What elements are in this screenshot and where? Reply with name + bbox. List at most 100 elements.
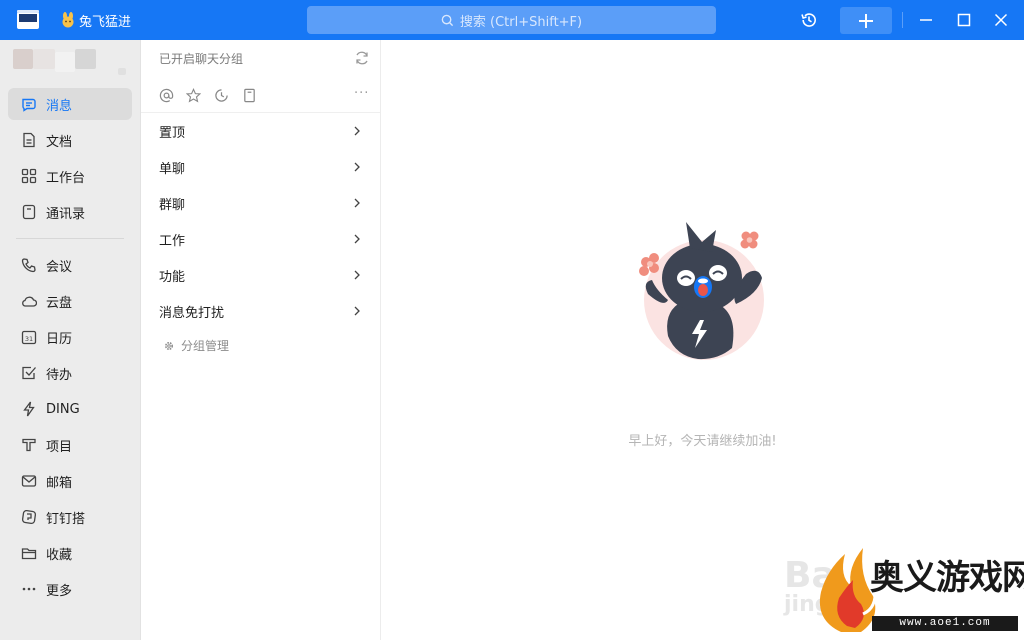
group-item-group-chat[interactable]: 群聊 — [141, 185, 380, 221]
sidebar-item-label: 收藏 — [46, 547, 73, 563]
lightning-icon — [21, 401, 37, 417]
more-icon — [21, 581, 37, 597]
search-input[interactable]: 搜索 (Ctrl+Shift+F) — [307, 6, 716, 34]
chat-content-area: 早上好，今天请继续加油! Ba jing 奥义游戏网 www.aoe1.com — [381, 40, 1024, 640]
sidebar: 消息 文档 工作台 通讯录 会议 云盘 31 日历 待办 DING 项目 邮箱 … — [0, 40, 141, 640]
group-label: 置顶 — [159, 125, 186, 141]
sidebar-item-label: 文档 — [46, 134, 73, 150]
at-filter[interactable] — [158, 87, 174, 103]
recent-filter[interactable] — [213, 87, 229, 103]
team-name: 兔飞猛进 — [79, 14, 132, 30]
phone-icon — [21, 257, 37, 273]
group-manage-button[interactable]: 分组管理 — [163, 337, 229, 354]
plus-icon — [859, 13, 873, 28]
groups-title: 已开启聊天分组 — [159, 52, 244, 66]
sidebar-item-label: 邮箱 — [46, 475, 73, 491]
group-manage-label: 分组管理 — [181, 339, 230, 353]
refresh-icon[interactable] — [354, 50, 370, 66]
sidebar-item-label: 更多 — [46, 583, 73, 599]
group-label: 群聊 — [159, 197, 186, 213]
chevron-right-icon — [354, 270, 360, 280]
chat-groups-panel: 已开启聊天分组 ··· 置顶 单聊 群聊 工作 功能 消息免打扰 分组管理 — [141, 40, 381, 640]
group-label: 消息免打扰 — [159, 305, 225, 321]
group-label: 工作 — [159, 233, 186, 249]
chevron-right-icon — [354, 198, 360, 208]
gear-icon — [164, 341, 174, 350]
app-logo-icon — [17, 10, 39, 29]
group-item-pinned[interactable]: 置顶 — [141, 113, 380, 149]
chevron-right-icon — [354, 306, 360, 316]
sidebar-item-dingda[interactable]: 钉钉搭 — [8, 501, 132, 533]
minimize-icon — [920, 19, 932, 21]
search-placeholder: 搜索 (Ctrl+Shift+F) — [459, 14, 583, 30]
group-label: 功能 — [159, 269, 186, 285]
sidebar-item-label: DING — [46, 401, 80, 417]
mail-icon — [21, 473, 37, 489]
at-icon — [159, 88, 173, 102]
sidebar-item-cloud[interactable]: 云盘 — [8, 285, 132, 317]
group-item-do-not-disturb[interactable]: 消息免打扰 — [141, 293, 380, 329]
svg-text:31: 31 — [25, 335, 33, 343]
group-label: 单聊 — [159, 161, 186, 177]
sidebar-item-calendar[interactable]: 31 日历 — [8, 321, 132, 353]
search-icon — [441, 14, 453, 26]
sidebar-item-label: 待办 — [46, 367, 73, 383]
contacts-icon — [21, 204, 37, 220]
sidebar-divider — [16, 238, 124, 239]
sidebar-item-label: 工作台 — [46, 170, 86, 186]
sidebar-item-label: 日历 — [46, 331, 73, 347]
more-icon[interactable]: ··· — [354, 86, 369, 101]
sidebar-item-favorites[interactable]: 收藏 — [8, 537, 132, 569]
sidebar-item-label: 消息 — [46, 98, 73, 114]
add-button[interactable] — [840, 7, 892, 34]
title-bar: 兔飞猛进 搜索 (Ctrl+Shift+F) — [0, 0, 1024, 40]
bookmark-icon — [243, 88, 255, 102]
sidebar-item-meeting[interactable]: 会议 — [8, 249, 132, 281]
sidebar-item-mail[interactable]: 邮箱 — [8, 465, 132, 497]
sidebar-item-docs[interactable]: 文档 — [8, 124, 132, 156]
clock-icon — [214, 88, 228, 102]
build-icon — [21, 509, 37, 525]
star-filter[interactable] — [185, 87, 201, 103]
sidebar-item-label: 会议 — [46, 259, 73, 275]
watermark-brand: 奥义游戏网 — [870, 558, 1024, 598]
calendar-icon: 31 — [21, 329, 37, 345]
chevron-right-icon — [354, 162, 360, 172]
chevron-right-icon — [354, 126, 360, 136]
bookmark-filter[interactable] — [241, 87, 257, 103]
star-icon — [185, 87, 201, 103]
sidebar-item-label: 通讯录 — [46, 206, 86, 222]
maximize-icon — [957, 13, 971, 27]
document-icon — [21, 132, 37, 148]
history-icon — [801, 13, 816, 27]
maximize-button[interactable] — [952, 8, 976, 32]
grid-icon — [21, 168, 37, 184]
flower-icon — [740, 231, 759, 249]
sidebar-item-project[interactable]: 项目 — [8, 429, 132, 461]
sidebar-item-todo[interactable]: 待办 — [8, 357, 132, 389]
sidebar-item-more[interactable]: 更多 — [8, 573, 132, 605]
sidebar-item-label: 项目 — [46, 439, 73, 455]
greeting-text: 早上好，今天请继续加油! — [628, 434, 777, 449]
flower-icon — [639, 253, 659, 276]
sidebar-item-label: 云盘 — [46, 295, 73, 311]
group-item-work[interactable]: 工作 — [141, 221, 380, 257]
folder-icon — [21, 545, 37, 561]
sidebar-item-ding[interactable]: DING — [8, 393, 132, 425]
project-icon — [21, 437, 37, 453]
close-icon — [994, 13, 1008, 27]
close-button[interactable] — [989, 8, 1013, 32]
sidebar-item-messages[interactable]: 消息 — [8, 88, 132, 120]
sidebar-item-contacts[interactable]: 通讯录 — [8, 196, 132, 228]
watermark-url: www.aoe1.com — [872, 616, 1018, 631]
minimize-button[interactable] — [914, 8, 938, 32]
message-icon — [21, 96, 37, 112]
sidebar-item-workbench[interactable]: 工作台 — [8, 160, 132, 192]
rabbit-avatar-icon — [62, 12, 74, 28]
group-item-function[interactable]: 功能 — [141, 257, 380, 293]
history-button[interactable] — [797, 8, 821, 32]
todo-icon — [21, 365, 37, 381]
team-switcher[interactable]: 兔飞猛进 — [60, 10, 131, 30]
mascot-illustration — [639, 222, 764, 360]
group-item-single-chat[interactable]: 单聊 — [141, 149, 380, 185]
